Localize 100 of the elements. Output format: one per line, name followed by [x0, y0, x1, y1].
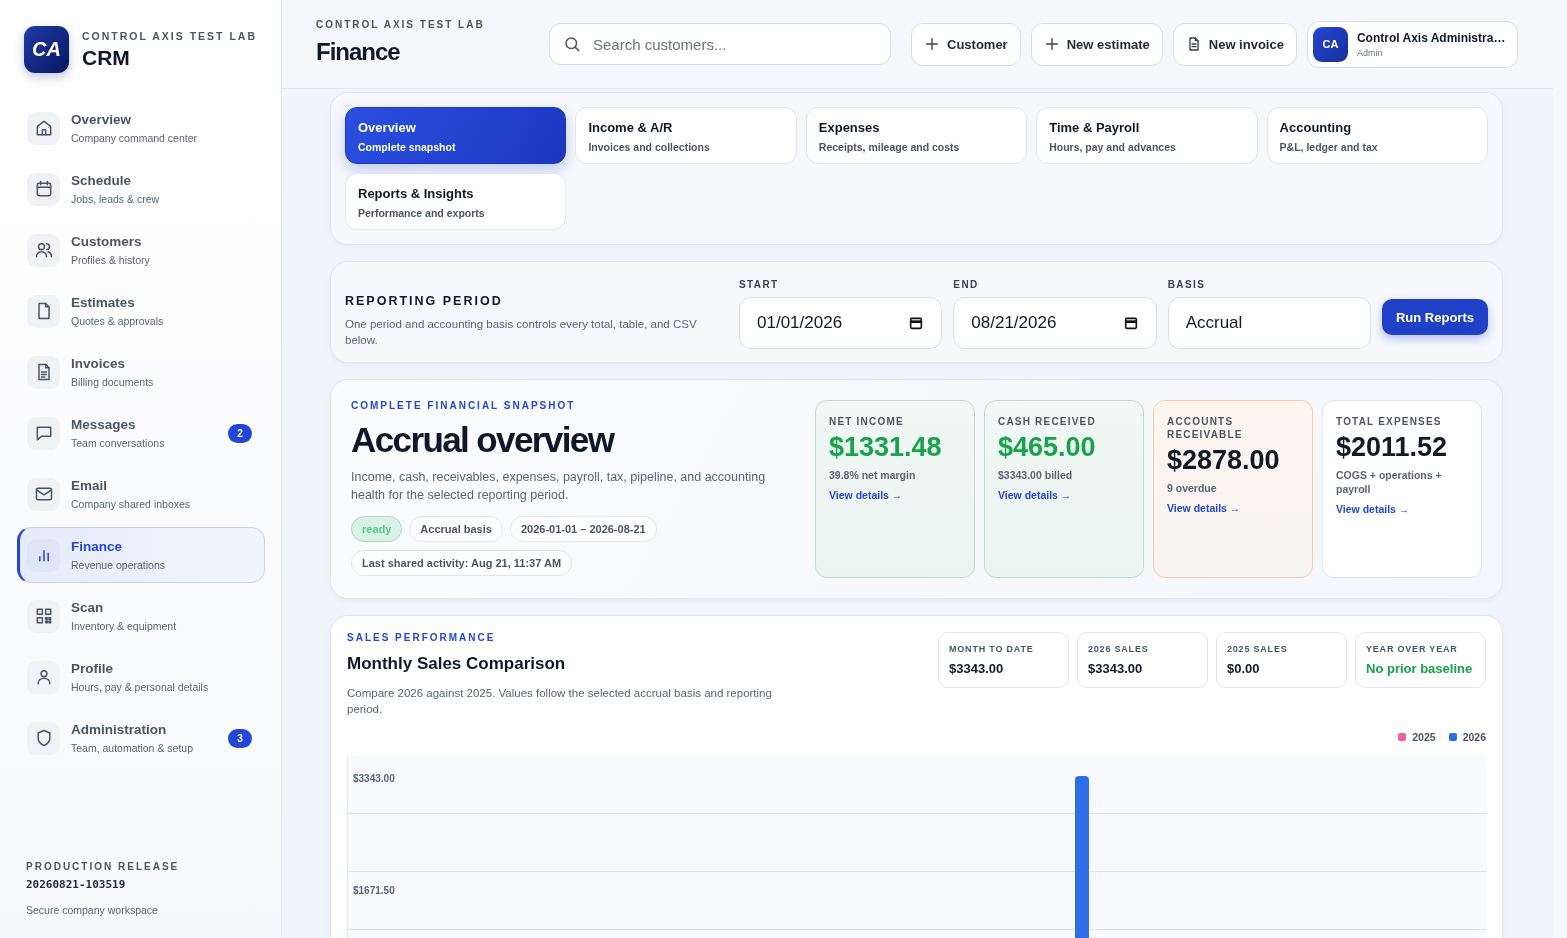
nav-caption: Quotes & approvals	[71, 315, 165, 327]
nav-label: Invoices	[71, 356, 127, 371]
stat-value: $3343.00	[949, 661, 1005, 676]
tab-caption: Hours, pay and advances	[1049, 141, 1177, 153]
calendar-icon	[908, 315, 925, 331]
metric-label: CASH RECEIVED	[998, 415, 1097, 428]
info-chip: Last shared activity: Aug 21, 11:37 AM	[351, 550, 573, 576]
run-reports-button[interactable]: Run Reports	[1382, 299, 1488, 335]
section-tab[interactable]: Income & A/R Invoices and collections	[575, 107, 797, 164]
field-label: BASIS	[1167, 279, 1207, 290]
envelope-icon	[33, 484, 54, 504]
metric-note: $3343.00 billed	[998, 468, 1074, 482]
tab-title: Accounting	[1279, 120, 1353, 135]
plus-icon	[1043, 36, 1060, 52]
section-tab[interactable]: Expenses Receipts, mileage and costs	[805, 107, 1028, 164]
action-button[interactable]: Customer	[911, 22, 1021, 66]
nav-caption: Hours, pay & personal details	[71, 681, 210, 693]
sidebar-item[interactable]: Invoices Billing documents	[17, 344, 265, 400]
nav-label: Schedule	[71, 173, 133, 188]
calendar-icon	[1122, 315, 1139, 331]
metric-note: 39.8% net margin	[829, 468, 917, 482]
nav-label: Scan	[71, 600, 105, 615]
section-eyebrow: COMPLETE FINANCIAL SNAPSHOT	[351, 400, 577, 411]
action-button[interactable]: New invoice	[1172, 22, 1297, 66]
date-field[interactable]: 01/01/2026	[739, 297, 943, 349]
nav-caption: Inventory & equipment	[71, 620, 178, 632]
section-tab[interactable]: Accounting P&L, ledger and tax	[1266, 107, 1488, 164]
info-chip: Accrual basis	[409, 516, 503, 542]
axis-tick-label: $3343.00	[353, 773, 395, 784]
stat-value: $3343.00	[1088, 661, 1144, 676]
nav-caption: Company command center	[71, 132, 199, 144]
section-tab[interactable]: Overview Complete snapshot	[345, 107, 567, 164]
sidebar-item[interactable]: Schedule Jobs, leads & crew	[17, 161, 265, 217]
release-label: PRODUCTION RELEASE	[26, 861, 181, 872]
metric-label: TOTAL EXPENSES	[1336, 415, 1443, 428]
sidebar-item[interactable]: Profile Hours, pay & personal details	[17, 649, 265, 705]
nav-caption: Team conversations	[71, 437, 166, 449]
metric-note: 9 overdue	[1167, 481, 1218, 495]
user-avatar: CA	[1312, 26, 1348, 62]
sidebar-item[interactable]: Finance Revenue operations	[17, 527, 265, 583]
section-description: One period and accounting basis controls every total, table, and CSV below.	[345, 317, 698, 348]
nav-label: Overview	[71, 112, 133, 127]
section-eyebrow: SALES PERFORMANCE	[347, 632, 497, 643]
nav-label: Administration	[71, 722, 168, 737]
snapshot-title: Accrual overview	[351, 420, 615, 460]
legend-label: 2026	[1462, 731, 1486, 743]
view-details-link[interactable]: View details →	[998, 489, 1130, 501]
metric-value: $465.00	[998, 432, 1097, 463]
tab-title: Overview	[358, 120, 417, 135]
nav-label: Email	[71, 478, 109, 493]
metric-label: ACCOUNTS RECEIVABLE	[1167, 415, 1244, 441]
sales-title: Monthly Sales Comparison	[347, 654, 567, 674]
input-field[interactable]: Accrual	[1167, 297, 1371, 349]
action-button[interactable]: New estimate	[1030, 22, 1163, 66]
view-details-link[interactable]: View details →	[1167, 502, 1299, 514]
workspace-note: Secure company workspace	[26, 904, 159, 916]
nav-caption: Profiles & history	[71, 254, 151, 266]
tab-title: Expenses	[818, 120, 881, 135]
section-title: REPORTING PERIOD	[345, 294, 504, 308]
app-title: CRM	[82, 45, 131, 70]
view-details-link[interactable]: View details →	[829, 489, 961, 501]
view-details-link[interactable]: View details →	[1336, 503, 1468, 515]
sidebar-item[interactable]: Email Company shared inboxes	[17, 466, 265, 522]
tab-caption: Receipts, mileage and costs	[818, 141, 961, 153]
section-tab[interactable]: Reports & Insights Performance and exports	[345, 173, 567, 230]
section-tab[interactable]: Time & Payroll Hours, pay and advances	[1036, 107, 1258, 164]
tab-caption: Performance and exports	[358, 207, 486, 219]
nav-label: Finance	[71, 539, 123, 554]
tab-title: Time & Payroll	[1049, 120, 1141, 135]
sidebar-item[interactable]: Estimates Quotes & approvals	[17, 283, 265, 339]
sidebar-item[interactable]: Administration Team, automation & setup 3	[17, 710, 265, 766]
metric-value: $2878.00	[1167, 445, 1281, 476]
nav-caption: Team, automation & setup	[71, 742, 194, 754]
tab-title: Income & A/R	[588, 120, 674, 135]
info-chip: 2026-01-01 – 2026-08-21	[509, 516, 657, 542]
search-field[interactable]: Search customers...	[549, 23, 891, 65]
nav-caption: Jobs, leads & crew	[71, 193, 161, 205]
user-name: Control Axis Administra…	[1356, 30, 1506, 45]
metric-value: $2011.52	[1336, 432, 1449, 463]
sales-description: Compare 2026 against 2025. Values follow the selected accrual basis and reporting period.	[347, 686, 773, 717]
tab-caption: P&L, ledger and tax	[1279, 141, 1379, 153]
metric-label: NET INCOME	[829, 415, 905, 428]
stat-value: $0.00	[1227, 661, 1261, 676]
sidebar-item[interactable]: Messages Team conversations 2	[17, 405, 265, 461]
sidebar-item[interactable]: Overview Company command center	[17, 100, 265, 156]
user-role: Admin	[1356, 47, 1384, 58]
stat-label: 2025 SALES	[1227, 644, 1289, 654]
nav-caption: Company shared inboxes	[71, 498, 192, 510]
field-label: END	[953, 279, 980, 290]
sidebar-item[interactable]: Scan Inventory & equipment	[17, 588, 265, 644]
tab-caption: Invoices and collections	[588, 141, 711, 153]
page-title: Finance	[316, 37, 401, 66]
stat-label: 2026 SALES	[1088, 644, 1150, 654]
app-logo: CA	[24, 26, 69, 73]
nav-label: Messages	[71, 417, 137, 432]
sidebar-item[interactable]: Customers Profiles & history	[17, 222, 265, 278]
company-name: CONTROL AXIS TEST LAB	[316, 18, 486, 30]
user-menu[interactable]: CA Control Axis Administra… Admin	[1306, 20, 1519, 68]
date-field[interactable]: 08/21/2026	[953, 297, 1157, 349]
plus-icon	[924, 36, 940, 52]
